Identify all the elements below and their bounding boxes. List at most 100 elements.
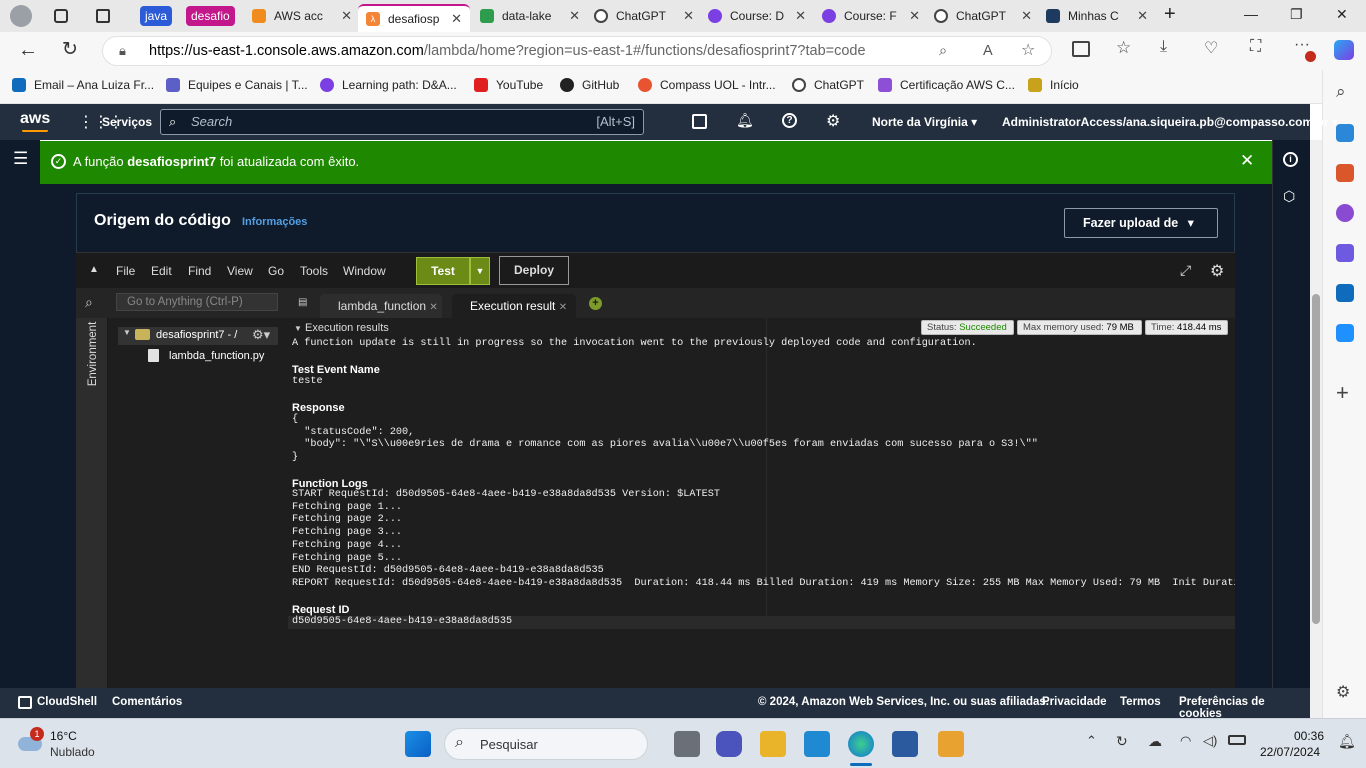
meet-icon[interactable] — [716, 731, 742, 757]
clock-date[interactable]: 22/07/2024 — [1260, 745, 1320, 759]
browser-tab[interactable]: data-lake ✕ — [480, 4, 580, 28]
collapse-icon[interactable]: ▲ — [89, 264, 99, 275]
people-icon[interactable] — [1336, 204, 1354, 222]
add-icon[interactable]: + — [1336, 380, 1349, 406]
tree-settings-gear-icon[interactable]: ⚙▾ — [252, 327, 270, 343]
settings-gear-icon[interactable]: ⚙ — [826, 111, 840, 131]
downloads-icon[interactable]: ⤓ — [1160, 38, 1167, 56]
close-tab-icon[interactable]: ✕ — [429, 302, 437, 313]
close-tab-icon[interactable]: ✕ — [447, 11, 470, 27]
close-tab-icon[interactable]: ✕ — [905, 8, 920, 24]
tools-icon[interactable] — [1336, 164, 1354, 182]
taskbar-search[interactable]: ⌕ Pesquisar — [444, 728, 648, 760]
execution-results-header[interactable]: ▼ Execution results — [294, 322, 389, 334]
copilot-icon[interactable] — [1334, 40, 1354, 60]
outlook-icon[interactable] — [1336, 284, 1354, 302]
tab-actions-icon[interactable] — [96, 9, 110, 23]
test-button[interactable]: Test — [416, 257, 470, 285]
app-icon[interactable] — [938, 731, 964, 757]
search-icon[interactable]: ⌕ — [85, 294, 93, 311]
environment-strip[interactable]: Environment — [76, 318, 108, 688]
back-icon[interactable]: ← — [18, 39, 38, 62]
help-icon[interactable]: ? — [782, 113, 797, 128]
bookmark-compass[interactable]: Compass UOL - Intr... — [638, 78, 776, 92]
profile-avatar-icon[interactable] — [10, 5, 32, 27]
close-tab-icon[interactable]: ✕ — [337, 8, 352, 24]
scrollbar-thumb[interactable] — [1312, 294, 1320, 624]
url-bar[interactable]: 🔒︎ https://us-east-1.console.aws.amazon.… — [102, 36, 1052, 66]
bookmark-email[interactable]: Email – Ana Luiza Fr... — [12, 78, 154, 92]
close-icon[interactable]: ✕ — [1240, 151, 1254, 171]
menu-view[interactable]: View — [227, 264, 253, 278]
browser-essentials-icon[interactable]: ♡ — [1204, 38, 1218, 58]
browser-tab[interactable]: ChatGPT ✕ — [934, 4, 1032, 28]
virtualbox-icon[interactable] — [892, 731, 918, 757]
wifi-icon[interactable]: ◠ — [1180, 733, 1191, 749]
bookmark-teams[interactable]: Equipes e Canais | T... — [166, 78, 308, 92]
menu-window[interactable]: Window — [343, 264, 386, 278]
edge-icon[interactable] — [848, 731, 874, 757]
minimize-icon[interactable]: — — [1244, 6, 1258, 22]
workspaces-icon[interactable] — [54, 9, 68, 23]
shopping-icon[interactable] — [1336, 124, 1354, 142]
terms-link[interactable]: Termos — [1120, 696, 1161, 708]
new-tab-icon[interactable]: + — [1164, 3, 1176, 26]
page-scrollbar[interactable] — [1310, 140, 1322, 718]
menu-edit[interactable]: Edit — [151, 264, 172, 278]
cookie-preferences-link[interactable]: Preferências de cookies — [1179, 696, 1310, 720]
bookmark-inicio[interactable]: Início — [1028, 78, 1079, 92]
zoom-icon[interactable]: ⌕ — [939, 37, 947, 65]
task-view-icon[interactable] — [674, 731, 700, 757]
comments-link[interactable]: Comentários — [112, 696, 182, 708]
notifications-bell-icon[interactable]: 🔔︎ — [736, 112, 754, 129]
bookmark-chatgpt[interactable]: ChatGPT — [792, 78, 864, 92]
close-tab-icon[interactable]: ✕ — [559, 302, 567, 313]
shield-icon[interactable]: ⬡ — [1283, 188, 1295, 205]
browser-tab[interactable]: Minhas C ✕ — [1046, 4, 1148, 28]
bookmark-github[interactable]: GitHub — [560, 78, 619, 92]
cloudshell-icon[interactable] — [692, 114, 707, 129]
info-link[interactable]: Informações — [242, 216, 307, 228]
browser-tab[interactable]: AWS acc ✕ — [252, 4, 352, 28]
menu-file[interactable]: File — [116, 264, 135, 278]
close-tab-icon[interactable]: ✕ — [1017, 8, 1032, 24]
cloudshell-link[interactable]: CloudShell — [37, 696, 97, 708]
close-tab-icon[interactable]: ✕ — [1133, 8, 1148, 24]
new-tab-plus-icon[interactable]: + — [589, 297, 602, 310]
read-aloud-icon[interactable]: A — [983, 37, 993, 65]
split-screen-icon[interactable] — [1072, 41, 1090, 57]
favorites-icon[interactable]: ☆ — [1116, 38, 1131, 58]
windows-start-icon[interactable] — [405, 731, 431, 757]
file-explorer-icon[interactable] — [760, 731, 786, 757]
close-tab-icon[interactable]: ✕ — [791, 8, 806, 24]
volume-icon[interactable]: ◁) — [1203, 733, 1217, 749]
favorite-star-icon[interactable]: ☆ — [1021, 37, 1035, 65]
expand-arrow-icon[interactable]: ▼ — [123, 328, 131, 337]
clock-time[interactable]: 00:36 — [1294, 729, 1324, 743]
menu-go[interactable]: Go — [268, 264, 284, 278]
privacy-link[interactable]: Privacidade — [1042, 696, 1107, 708]
sync-icon[interactable]: ↻ — [1116, 733, 1128, 750]
cloud-sync-icon[interactable]: ☁ — [1148, 733, 1162, 750]
tabs-menu-icon[interactable]: ▤ — [298, 297, 307, 308]
fullscreen-icon[interactable]: ⤢ — [1180, 262, 1191, 279]
hamburger-menu-icon[interactable]: ☰ — [13, 149, 28, 169]
browser-tab[interactable]: Course: F ✕ — [822, 4, 920, 28]
battery-icon[interactable] — [1228, 735, 1246, 745]
browser-tab[interactable]: ChatGPT ✕ — [594, 4, 694, 28]
tab-lambda-function[interactable]: lambda_function ✕ — [320, 294, 442, 318]
search-icon[interactable]: ⌕ — [1336, 82, 1346, 102]
menu-tools[interactable]: Tools — [300, 264, 328, 278]
restore-icon[interactable]: ❐ — [1290, 6, 1303, 23]
vscode-icon[interactable] — [804, 731, 830, 757]
upload-button[interactable]: Fazer upload de ▾ — [1064, 208, 1218, 238]
close-window-icon[interactable]: ✕ — [1336, 6, 1348, 23]
services-menu[interactable]: Serviços — [102, 115, 152, 129]
notifications-icon[interactable]: 🔔︎ — [1338, 733, 1356, 750]
goto-anything-input[interactable]: Go to Anything (Ctrl-P) — [116, 293, 278, 311]
send-icon[interactable] — [1336, 324, 1354, 342]
tree-folder-row[interactable]: ▼ desafiosprint7 - / ⚙▾ — [118, 327, 278, 345]
settings-gear-icon[interactable]: ⚙ — [1336, 682, 1350, 702]
tab-group-desafio[interactable]: desafio — [186, 6, 235, 26]
browser-tab[interactable]: Course: D ✕ — [708, 4, 806, 28]
